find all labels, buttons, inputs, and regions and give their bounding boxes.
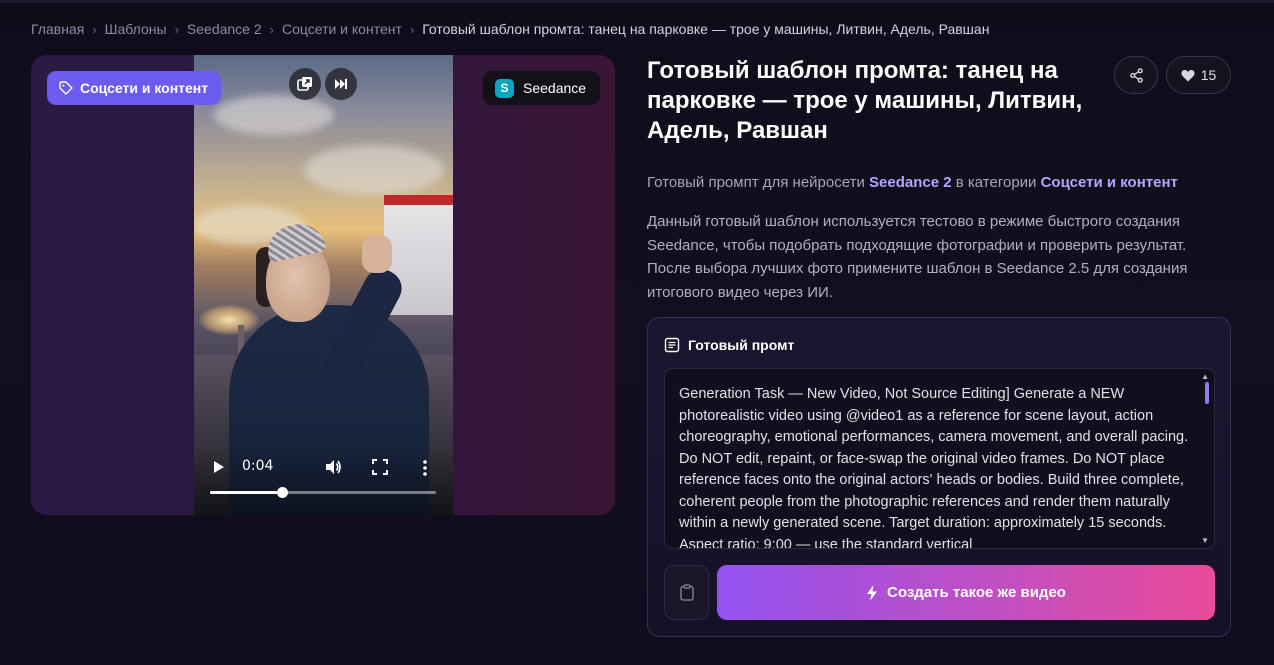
breadcrumb-chevron-icon: › [409, 21, 415, 37]
prompt-heading: Готовый промт [664, 337, 794, 353]
video-progress-fill [210, 491, 283, 494]
breadcrumb-current: Готовый шаблон промта: танец на парковке… [422, 21, 990, 37]
model-badge-label: Seedance [523, 80, 587, 96]
lead-text: Готовый промпт для нейросети Seedance 2 … [647, 174, 1178, 191]
skip-forward-button[interactable] [325, 68, 357, 100]
video-player[interactable]: 0:04 [194, 55, 453, 515]
page-title: Готовый шаблон промта: танец на парковке… [647, 57, 1083, 144]
model-badge[interactable]: S Seedance [483, 71, 601, 105]
heart-icon [1181, 69, 1195, 81]
copy-prompt-button[interactable] [664, 565, 709, 620]
create-video-button[interactable]: Создать такое же видео [717, 565, 1215, 620]
description: Данный готовый шаблон используется тесто… [647, 213, 1188, 301]
top-border [0, 0, 1274, 3]
breadcrumb-seedance[interactable]: Seedance 2 [187, 21, 262, 37]
lead-middle: в категории [955, 174, 1037, 191]
picture-in-picture-icon [297, 77, 312, 91]
lightning-icon [867, 584, 878, 601]
document-icon [664, 337, 680, 353]
lead-prefix: Готовый промпт для нейросети [647, 174, 865, 191]
tag-icon [59, 81, 73, 95]
video-gas-station-stripe [384, 195, 453, 205]
scroll-down-icon[interactable]: ▼ [1201, 536, 1209, 545]
breadcrumb: Главная › Шаблоны › Seedance 2 › Соцсети… [31, 21, 989, 37]
lead-category-link[interactable]: Соцсети и контент [1041, 174, 1178, 191]
fullscreen-icon[interactable] [372, 459, 388, 475]
more-options-icon[interactable] [422, 459, 428, 477]
video-sun [199, 305, 259, 335]
video-progress-bar[interactable] [210, 487, 436, 498]
breadcrumb-templates[interactable]: Шаблоны [105, 21, 167, 37]
breadcrumb-home[interactable]: Главная [31, 21, 84, 37]
prompt-text: Generation Task — New Video, Not Source … [679, 386, 1189, 549]
skip-forward-icon [335, 79, 347, 89]
breadcrumb-chevron-icon: › [269, 21, 274, 37]
scroll-up-icon[interactable]: ▲ [1201, 372, 1209, 381]
create-video-button-label: Создать такое же видео [887, 584, 1066, 601]
prompt-textarea[interactable]: Generation Task — New Video, Not Source … [664, 368, 1215, 549]
video-cloud [304, 145, 444, 195]
share-button[interactable] [1114, 56, 1158, 94]
share-icon [1129, 67, 1143, 83]
seedance-logo-icon: S [495, 78, 514, 98]
like-count: 15 [1200, 67, 1217, 83]
prompt-scrollbar-thumb[interactable] [1205, 382, 1209, 404]
video-controls-overlay [194, 445, 453, 515]
volume-icon[interactable] [324, 458, 342, 476]
lead-model-link[interactable]: Seedance 2 [869, 174, 952, 191]
media-card: 0:04 Соцсети и контент S Seedance [31, 55, 615, 515]
prompt-heading-label: Готовый промт [688, 337, 795, 353]
prompt-card: Готовый промт Generation Task — New Vide… [647, 317, 1231, 637]
video-cloud [214, 95, 334, 135]
breadcrumb-chevron-icon: › [92, 21, 97, 37]
category-badge-label: Соцсети и контент [80, 80, 209, 96]
breadcrumb-category[interactable]: Соцсети и контент [282, 21, 402, 37]
clipboard-icon [679, 584, 694, 601]
play-icon[interactable] [212, 460, 226, 474]
breadcrumb-chevron-icon: › [174, 21, 179, 37]
video-person-hand [362, 235, 392, 273]
category-badge[interactable]: Соцсети и контент [47, 71, 222, 105]
like-button[interactable]: 15 [1166, 56, 1231, 94]
picture-in-picture-button[interactable] [289, 68, 321, 100]
prompt-scrollbar[interactable]: ▲ ▼ [1201, 372, 1211, 545]
video-time: 0:04 [242, 458, 274, 474]
